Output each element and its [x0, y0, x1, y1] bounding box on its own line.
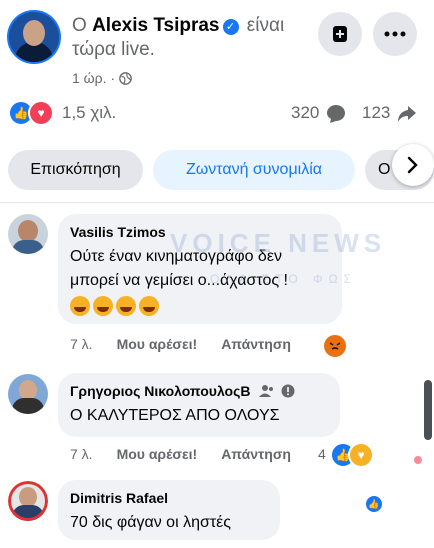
comment-author[interactable]: Dimitris Rafael	[70, 489, 268, 507]
save-button[interactable]	[318, 12, 362, 56]
reactions-summary[interactable]: 👍 ♥	[8, 100, 54, 126]
post-meta: 1 ώρ. ·	[72, 70, 132, 86]
verified-badge-icon: ✓	[222, 19, 239, 35]
more-options-button[interactable]	[373, 12, 417, 56]
commenter-avatar[interactable]	[8, 374, 48, 414]
comment-actions: 7 λ. Μου αρέσει! Απάντηση	[70, 336, 291, 352]
laughing-emoji-icon	[70, 296, 90, 316]
shares-count[interactable]: 123	[362, 103, 390, 123]
page-avatar[interactable]	[9, 12, 59, 62]
watermark-text: VOICE NEWS	[170, 228, 387, 258]
comment-icon	[327, 105, 345, 123]
info-icon	[281, 384, 294, 398]
comment-bubble: Dimitris Rafael 70 δις φάγαν οι ληστές	[58, 480, 280, 540]
floating-reaction-icon	[414, 456, 422, 464]
tabs-next-button[interactable]	[392, 144, 434, 186]
group-badge-icon	[258, 385, 273, 397]
angry-face-icon	[329, 342, 341, 350]
laughing-emoji-icon	[139, 296, 159, 316]
reply-button[interactable]: Απάντηση	[221, 336, 291, 352]
post-header-text: Ο Alexis Tsipras ✓ είναι τώρα live.	[72, 14, 312, 62]
comment-text: Ο ΚΑΛΥΤΕΡΟΣ ΑΠΟ ΟΛΟΥΣ	[70, 407, 280, 424]
post-time[interactable]: 1 ώρ.	[72, 70, 106, 86]
more-dots-icon	[384, 31, 406, 37]
globe-icon	[119, 72, 132, 85]
comment-actions: 7 λ. Μου αρέσει! Απάντηση	[70, 446, 291, 462]
comment-age: 7 λ.	[70, 446, 93, 462]
like-comment-button[interactable]: Μου αρέσει!	[117, 446, 198, 462]
comment-age: 7 λ.	[70, 336, 93, 352]
watermark-subtext: ΟΛΑ ΣΤΟ ΦΩΣ	[210, 272, 357, 286]
like-reaction-icon[interactable]: 👍	[364, 494, 384, 514]
comment-bubble: Γρηγοριος ΝικολοπουλοςΒ Ο ΚΑΛΥΤΕΡΟΣ ΑΠΟ …	[58, 373, 340, 437]
commenter-avatar[interactable]	[8, 214, 48, 254]
reply-button[interactable]: Απάντηση	[221, 446, 291, 462]
scrollbar-thumb[interactable]	[424, 380, 432, 440]
share-icon	[398, 106, 416, 122]
comment-author[interactable]: Γρηγοριος ΝικολοπουλοςΒ	[70, 382, 251, 400]
comment-reaction-count[interactable]: 4	[318, 446, 326, 462]
commenter-avatar[interactable]	[8, 481, 48, 521]
comments-count[interactable]: 320	[291, 103, 319, 123]
laughing-emoji-icon	[116, 296, 136, 316]
tab-overview[interactable]: Επισκόπηση	[8, 150, 143, 190]
comment-text: 70 δις φάγαν οι ληστές	[70, 514, 232, 531]
angry-reaction-icon[interactable]	[322, 333, 348, 359]
laugh-emojis	[70, 296, 330, 316]
header-prefix: Ο	[72, 15, 87, 36]
like-comment-button[interactable]: Μου αρέσει!	[117, 336, 198, 352]
meta-dot: ·	[110, 70, 116, 86]
care-reaction-icon: ♥	[348, 442, 374, 468]
avatar-face	[23, 20, 45, 46]
chevron-right-icon	[407, 156, 418, 174]
archive-add-icon	[333, 26, 347, 42]
laughing-emoji-icon	[93, 296, 113, 316]
reactions-count[interactable]: 1,5 χιλ.	[62, 103, 116, 123]
comment-author-row: Γρηγοριος ΝικολοπουλοςΒ	[70, 382, 328, 400]
love-reaction-icon: ♥	[28, 100, 54, 126]
tab-live-chat[interactable]: Ζωντανή συνομιλία	[153, 150, 355, 190]
divider	[0, 202, 434, 203]
author-name[interactable]: Alexis Tsipras	[92, 15, 219, 36]
